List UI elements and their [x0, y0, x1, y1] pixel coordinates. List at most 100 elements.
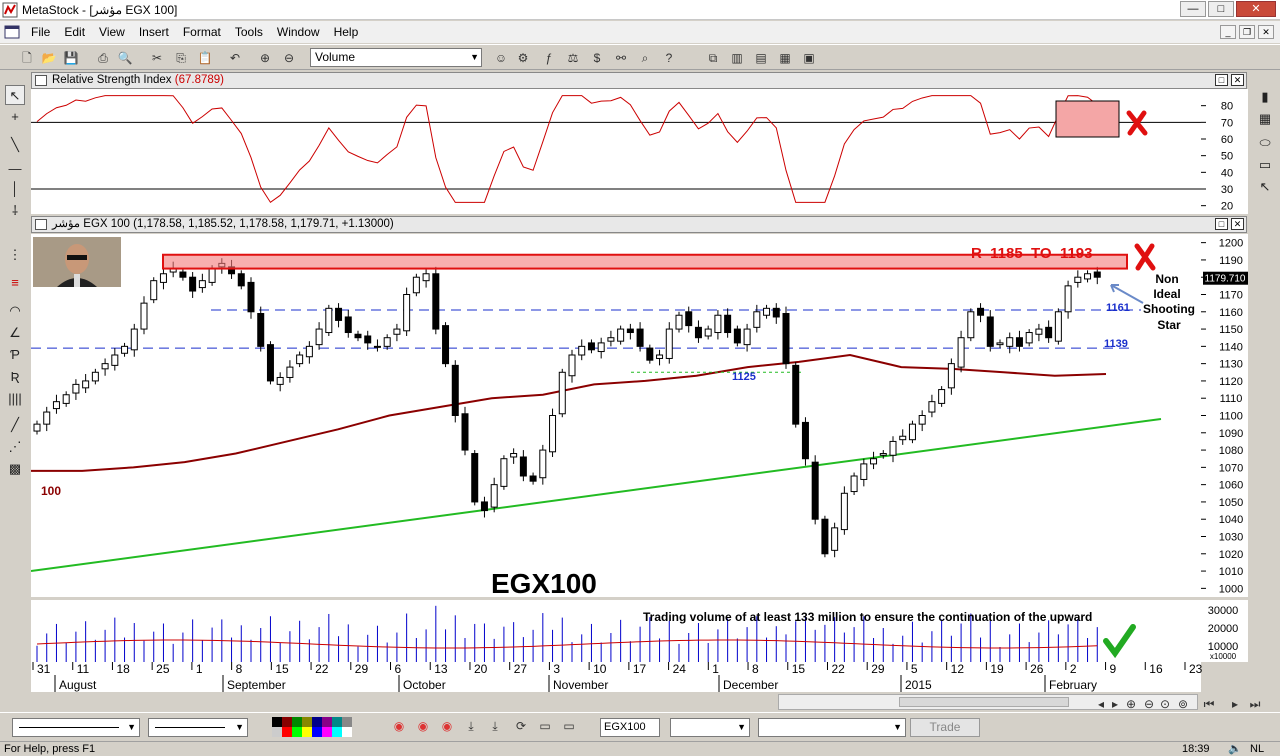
period-select[interactable]: ▼: [670, 718, 750, 737]
chart-area[interactable]: 80706050403020 1200119011801170116011501…: [31, 71, 1248, 692]
candle-body: [82, 380, 90, 389]
download-icon[interactable]: ⤓: [462, 717, 480, 735]
maximize-button[interactable]: □: [1208, 1, 1234, 17]
price-tick-label: 1030: [1219, 532, 1243, 544]
cascade-icon[interactable]: ⧉: [704, 49, 722, 67]
document-icon[interactable]: [4, 24, 20, 40]
candle-body: [305, 345, 313, 358]
crosshair-tool-icon[interactable]: +: [5, 107, 25, 127]
candle-body: [831, 527, 839, 551]
menu-format[interactable]: Format: [176, 21, 228, 43]
line-weight-select[interactable]: ▼: [148, 718, 248, 737]
fan-lines-icon[interactable]: ⋰: [5, 437, 25, 457]
arc-icon[interactable]: ◠: [5, 301, 25, 321]
first-bar-icon[interactable]: ⏮: [1200, 695, 1218, 713]
chart-title: EGX100: [491, 568, 597, 599]
chrome-icon[interactable]: ◉: [438, 717, 456, 735]
copy-icon[interactable]: ⎘: [172, 49, 190, 67]
ellipse-tool-icon[interactable]: ⬭: [1255, 133, 1275, 153]
horizontal-line-icon[interactable]: —: [5, 159, 25, 179]
zoom-in-icon[interactable]: ⊕: [1122, 695, 1140, 713]
open-icon[interactable]: 📂: [40, 49, 58, 67]
save-icon[interactable]: 💾: [62, 49, 80, 67]
candle-body: [442, 325, 450, 365]
candle-body: [403, 294, 411, 332]
next-icon[interactable]: ▸: [1226, 695, 1244, 713]
indicator-select[interactable]: Volume ▼: [310, 48, 482, 67]
menu-view[interactable]: View: [92, 21, 132, 43]
undo-icon[interactable]: ↶: [226, 49, 244, 67]
refresh-icon[interactable]: ⟳: [512, 717, 530, 735]
system-tester-icon[interactable]: ⚖: [564, 49, 582, 67]
cycle-lines-icon[interactable]: ||||: [5, 389, 25, 409]
candle-body: [500, 458, 508, 487]
candle-body: [597, 342, 605, 353]
symbol-field[interactable]: EGX100: [600, 718, 660, 737]
trade-button[interactable]: Trade: [910, 718, 980, 737]
dollar-icon[interactable]: $: [588, 49, 606, 67]
color-palette[interactable]: [272, 717, 354, 737]
print-preview-icon[interactable]: 🔍: [116, 49, 134, 67]
pointer-icon[interactable]: ↖: [5, 85, 25, 105]
gann-fan-icon[interactable]: ∠: [5, 323, 25, 343]
print-icon[interactable]: ⎙: [94, 49, 112, 67]
arrow-tool-icon[interactable]: ↖: [1255, 177, 1275, 197]
fibonacci-icon[interactable]: ⸸: [5, 201, 25, 221]
new-icon[interactable]: 🗋: [18, 49, 36, 67]
account-select[interactable]: ▼: [758, 718, 906, 737]
regression-icon[interactable]: Ʀ: [5, 367, 25, 387]
minimize-button[interactable]: —: [1180, 1, 1206, 17]
last-bar-icon[interactable]: ⏭: [1246, 695, 1264, 713]
channel-icon[interactable]: ⋮: [5, 245, 25, 265]
menu-edit[interactable]: Edit: [57, 21, 92, 43]
zoom-icon[interactable]: ⊖: [280, 49, 298, 67]
candle-body: [130, 328, 138, 351]
menu-file[interactable]: File: [24, 21, 57, 43]
paste-icon[interactable]: 📋: [196, 49, 214, 67]
menu-window[interactable]: Window: [270, 21, 327, 43]
window-icon[interactable]: ▭: [536, 717, 554, 735]
expert-icon[interactable]: ☺: [492, 49, 510, 67]
cut-icon[interactable]: ✂: [148, 49, 166, 67]
mdi-minimize-button[interactable]: _: [1220, 25, 1236, 39]
text-tool-icon[interactable]: Ƥ: [5, 345, 25, 365]
x-tick-label: 25: [156, 662, 170, 676]
close-button[interactable]: ✕: [1236, 1, 1276, 17]
menu-help[interactable]: Help: [327, 21, 366, 43]
chrome-icon[interactable]: ◉: [414, 717, 432, 735]
download-icon[interactable]: ⤓: [486, 717, 504, 735]
vertical-line-icon[interactable]: │: [5, 179, 25, 199]
formula-icon[interactable]: ƒ: [540, 49, 558, 67]
crosshair-icon[interactable]: ⊕: [256, 49, 274, 67]
line-style-select[interactable]: ▼: [12, 718, 140, 737]
x-tick-label: 13: [434, 662, 448, 676]
tile-grid-icon[interactable]: ▦: [776, 49, 794, 67]
search-icon[interactable]: ⌕: [636, 49, 654, 67]
candle-body: [753, 311, 761, 328]
mdi-restore-button[interactable]: ❐: [1239, 25, 1255, 39]
month-label: December: [723, 678, 778, 692]
tile-vertical-icon[interactable]: ▥: [728, 49, 746, 67]
scrollbar-thumb[interactable]: [899, 697, 1069, 707]
layout-icon[interactable]: ▣: [800, 49, 818, 67]
zoom-reset-icon[interactable]: ⊙: [1156, 695, 1174, 713]
window-icon[interactable]: ▭: [560, 717, 578, 735]
menu-tools[interactable]: Tools: [228, 21, 270, 43]
binoculars-icon[interactable]: ⚯: [612, 49, 630, 67]
trendline-icon[interactable]: ╲: [5, 135, 25, 155]
explorer-icon[interactable]: ⚙: [514, 49, 532, 67]
candle-body: [198, 280, 206, 289]
tile-horizontal-icon[interactable]: ▤: [752, 49, 770, 67]
help-icon[interactable]: ?: [660, 49, 678, 67]
arrow-up-tool-icon[interactable]: ▮: [1255, 87, 1275, 107]
menu-insert[interactable]: Insert: [132, 21, 176, 43]
zoom-all-icon[interactable]: ⊚: [1174, 695, 1192, 713]
rectangle-tool-icon[interactable]: ▭: [1255, 155, 1275, 175]
grid-tool-icon[interactable]: ▩: [5, 459, 25, 479]
flag-icon[interactable]: ≡: [5, 273, 25, 293]
mdi-close-button[interactable]: ✕: [1258, 25, 1274, 39]
chrome-icon[interactable]: ◉: [390, 717, 408, 735]
table-tool-icon[interactable]: ▦: [1255, 109, 1275, 129]
candle-body: [792, 364, 800, 425]
line-tool-icon[interactable]: ╱: [5, 415, 25, 435]
